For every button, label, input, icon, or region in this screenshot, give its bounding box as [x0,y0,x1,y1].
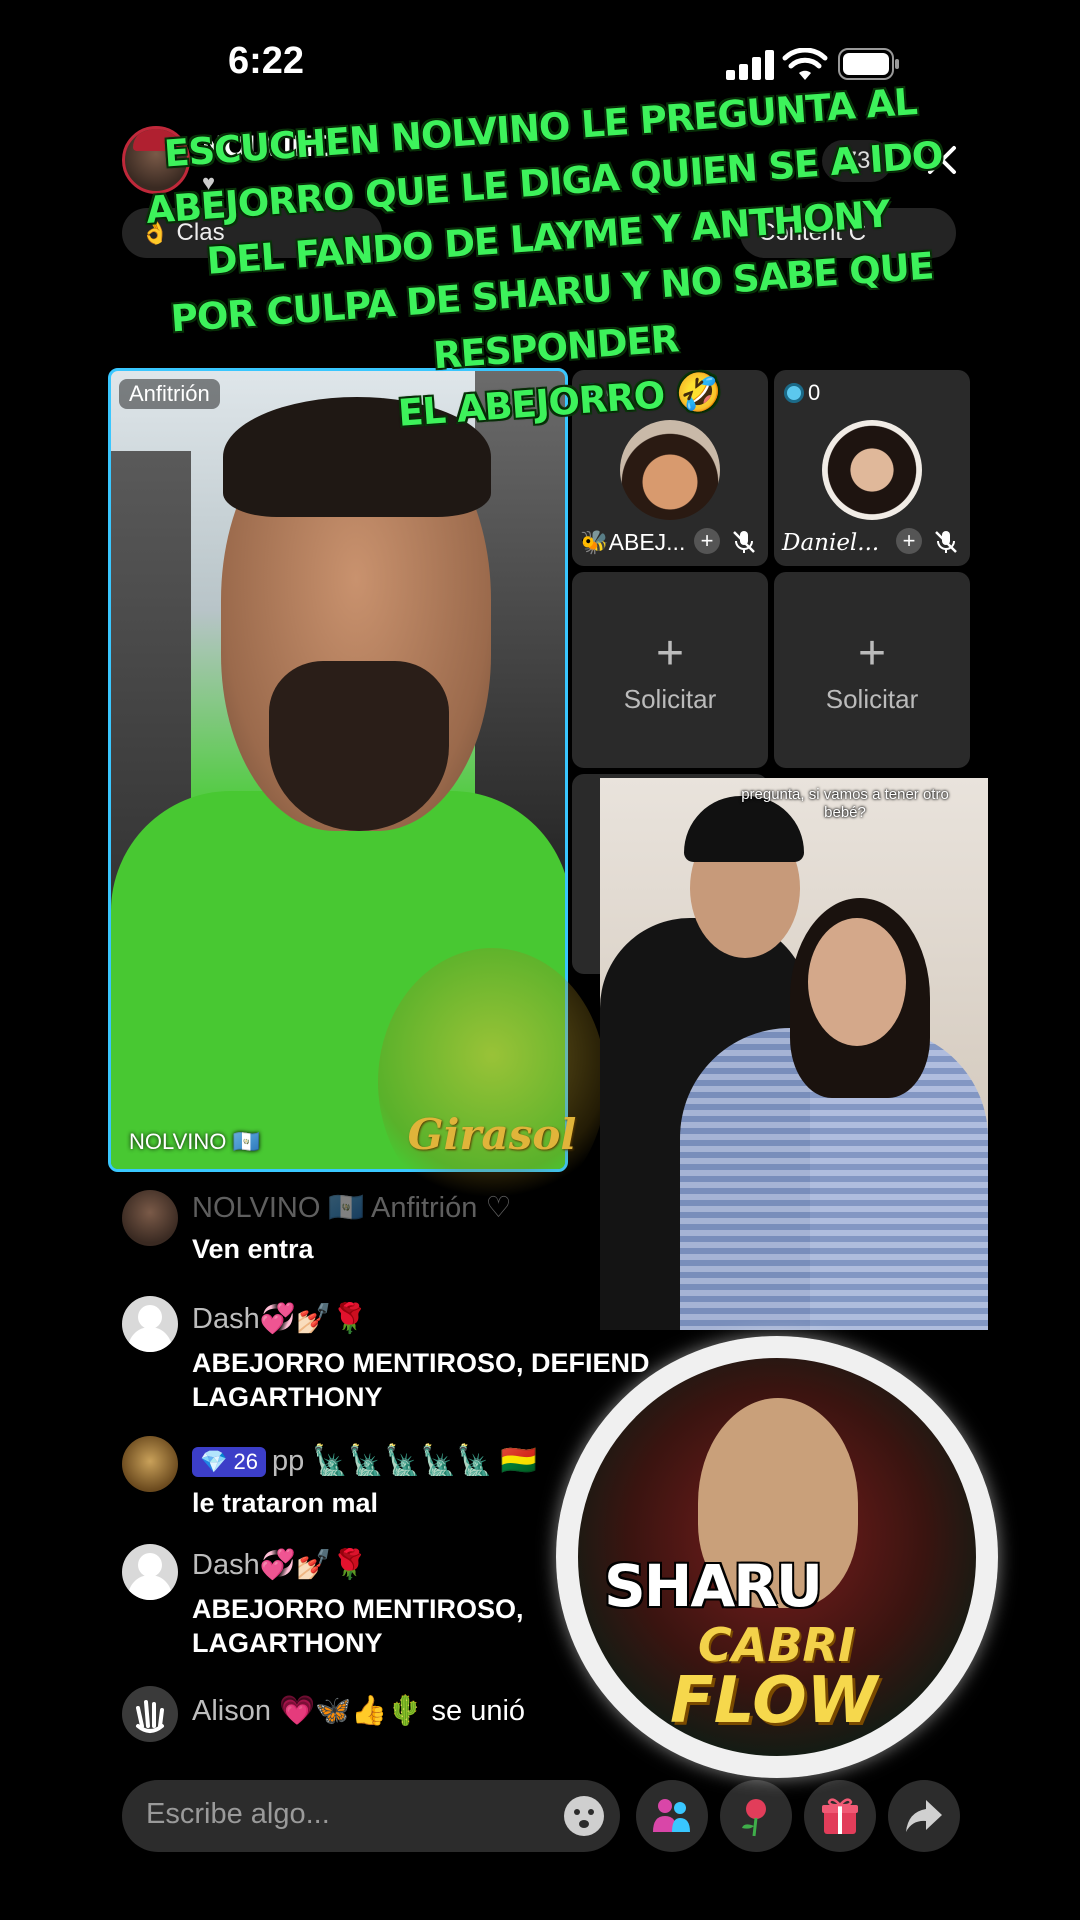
mute-icon [733,531,755,553]
follow-plus-icon[interactable]: + [694,528,720,554]
comment-input-placeholder: Escribe algo... [146,1798,330,1830]
comment-user-row[interactable]: 💎 26 pp 🗽🗽🗽🗽🗽 🇧🇴 [192,1444,537,1478]
avatar[interactable] [122,1296,178,1352]
gift-icon [822,1798,858,1834]
comment-user[interactable]: Dash💞💅🏻🌹 [192,1548,368,1582]
comment-user: pp 🗽🗽🗽🗽🗽 🇧🇴 [271,1445,538,1477]
signal-icon [726,50,774,80]
gift-button[interactable] [804,1780,876,1852]
request-label: Solicitar [623,684,717,714]
host-tile-name: NOLVINO 🇬🇹 [129,1129,260,1154]
comment-text: Ven entra [192,1234,314,1264]
pip-video[interactable]: pregunta, si vamos a tener otro bebé? [600,778,988,1330]
pip-caption: pregunta, si vamos a tener otro bebé? [741,786,949,821]
watermark-logo: Girasol [378,948,606,1216]
avatar[interactable] [122,1190,178,1246]
wave-icon [122,1686,178,1742]
avatar[interactable] [122,1544,178,1600]
guest-name: 🐝ABEJ... [580,529,686,555]
rose-button[interactable] [720,1780,792,1852]
avatar [620,420,720,520]
sharu-sticker: SHARU CABRI FLOW [556,1336,998,1778]
comment-user[interactable]: Dash💞💅🏻🌹 [192,1302,368,1336]
share-icon [906,1800,942,1832]
comment-input[interactable]: Escribe algo... [122,1780,620,1852]
avatar[interactable] [122,1436,178,1492]
joined-suffix: se unió [431,1695,526,1727]
share-button[interactable] [888,1780,960,1852]
avatar [822,420,922,520]
comment-text: ABEJORRO MENTIROSO, [192,1594,524,1624]
rose-icon [742,1799,766,1837]
comment-text-line2: LAGARTHONY [192,1382,383,1412]
host-beard [269,661,449,831]
watermark-text: Girasol [407,1110,577,1159]
comment-text: le trataron mal [192,1488,379,1518]
guests-button[interactable] [636,1780,708,1852]
status-time: 6:22 [228,40,305,82]
joined-user: Alison 💗🦋👍🌵 [192,1695,424,1727]
emoji-icon[interactable] [562,1794,606,1838]
guest-name: Daniel... [782,530,880,556]
sticker-name: SHARU [604,1552,823,1620]
overlay-caption: Escuchen Nolvino le pregunta al Abejorro… [110,70,991,459]
add-icon: + [655,627,685,680]
join-notice: Alison 💗🦋👍🌵 se unió [192,1694,525,1728]
level-badge: 💎 26 [192,1447,266,1478]
sticker-brand-bottom: FLOW [670,1664,878,1738]
add-icon: + [857,627,887,680]
request-slot[interactable]: + Solicitar [572,572,768,768]
comment-text-line2: LAGARTHONY [192,1628,383,1658]
follow-plus-icon[interactable]: + [896,528,922,554]
request-slot[interactable]: + Solicitar [774,572,970,768]
wifi-icon [782,48,828,80]
mute-icon [935,531,957,553]
request-label: Solicitar [825,684,919,714]
comment-text: ABEJORRO MENTIROSO, DEFIEND [192,1348,650,1378]
guests-icon [653,1799,690,1832]
pip-woman-head [808,918,906,1046]
